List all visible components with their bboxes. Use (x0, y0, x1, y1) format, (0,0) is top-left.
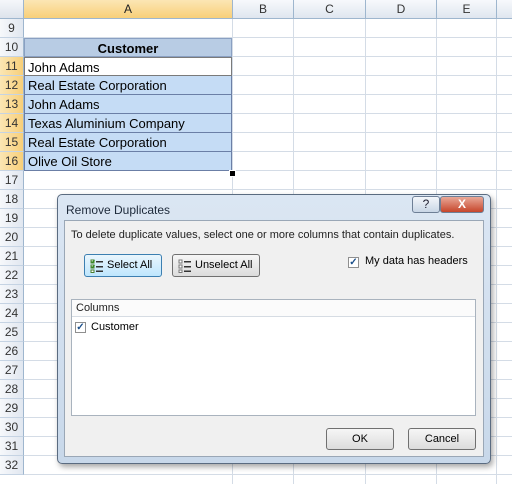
cell-a12[interactable]: Real Estate Corporation (24, 76, 232, 95)
column-header-c[interactable]: C (294, 0, 366, 19)
row-header-30[interactable]: 30 (0, 418, 24, 437)
row-header-10[interactable]: 10 (0, 38, 24, 57)
row-header-25[interactable]: 25 (0, 323, 24, 342)
row-header-29[interactable]: 29 (0, 399, 24, 418)
row-header-9[interactable]: 9 (0, 19, 24, 38)
row-header-19[interactable]: 19 (0, 209, 24, 228)
row-header-28[interactable]: 28 (0, 380, 24, 399)
cell-a13[interactable]: John Adams (24, 95, 232, 114)
row-header-18[interactable]: 18 (0, 190, 24, 209)
column-customer-checkbox[interactable]: ✓ (75, 322, 86, 333)
columns-header: Columns (72, 300, 475, 317)
help-button[interactable]: ? (412, 196, 440, 213)
column-header-a[interactable]: A (24, 0, 233, 19)
row-header-12[interactable]: 12 (0, 76, 24, 95)
select-all-button[interactable]: Select All (84, 254, 162, 277)
row-header-22[interactable]: 22 (0, 266, 24, 285)
unselect-all-button[interactable]: Unselect All (172, 254, 260, 277)
select-all-label: Select All (107, 259, 153, 271)
fill-handle[interactable] (229, 170, 236, 177)
row-header-23[interactable]: 23 (0, 285, 24, 304)
close-button[interactable]: X (440, 196, 484, 213)
select-all-corner[interactable] (0, 0, 24, 19)
select-all-icon (90, 259, 104, 273)
column-header-b[interactable]: B (233, 0, 294, 19)
cell-a10-header[interactable]: Customer (24, 38, 232, 57)
ok-button[interactable]: OK (326, 428, 394, 450)
cell-a14[interactable]: Texas Aluminium Company (24, 114, 232, 133)
row-header-20[interactable]: 20 (0, 228, 24, 247)
row-header-14[interactable]: 14 (0, 114, 24, 133)
my-data-has-headers-label[interactable]: My data has headers (365, 255, 468, 267)
dialog-body: To delete duplicate values, select one o… (64, 220, 484, 457)
column-header-d[interactable]: D (366, 0, 437, 19)
row-header-17[interactable]: 17 (0, 171, 24, 190)
my-data-has-headers-checkbox[interactable]: ✓ (348, 257, 359, 268)
cancel-button[interactable]: Cancel (408, 428, 476, 450)
row-header-32[interactable]: 32 (0, 456, 24, 475)
row-header-24[interactable]: 24 (0, 304, 24, 323)
cell-a11[interactable]: John Adams (24, 57, 232, 76)
column-customer-label[interactable]: Customer (91, 321, 139, 333)
row-header-13[interactable]: 13 (0, 95, 24, 114)
dialog-title: Remove Duplicates (66, 203, 171, 217)
instructions-text: To delete duplicate values, select one o… (71, 229, 455, 241)
cell-a16[interactable]: Olive Oil Store (24, 152, 232, 171)
unselect-all-label: Unselect All (195, 259, 253, 271)
row-header-21[interactable]: 21 (0, 247, 24, 266)
unselect-all-icon (178, 259, 192, 273)
row-header-11[interactable]: 11 (0, 57, 24, 76)
column-header-e[interactable]: E (437, 0, 497, 19)
column-header-overflow (497, 0, 512, 19)
row-header-26[interactable]: 26 (0, 342, 24, 361)
row-header-27[interactable]: 27 (0, 361, 24, 380)
remove-duplicates-dialog: Remove Duplicates ? X To delete duplicat… (57, 194, 491, 464)
cell-a15[interactable]: Real Estate Corporation (24, 133, 232, 152)
row-header-31[interactable]: 31 (0, 437, 24, 456)
row-header-16[interactable]: 16 (0, 152, 24, 171)
row-header-15[interactable]: 15 (0, 133, 24, 152)
columns-list[interactable]: Columns ✓ Customer (71, 299, 476, 416)
